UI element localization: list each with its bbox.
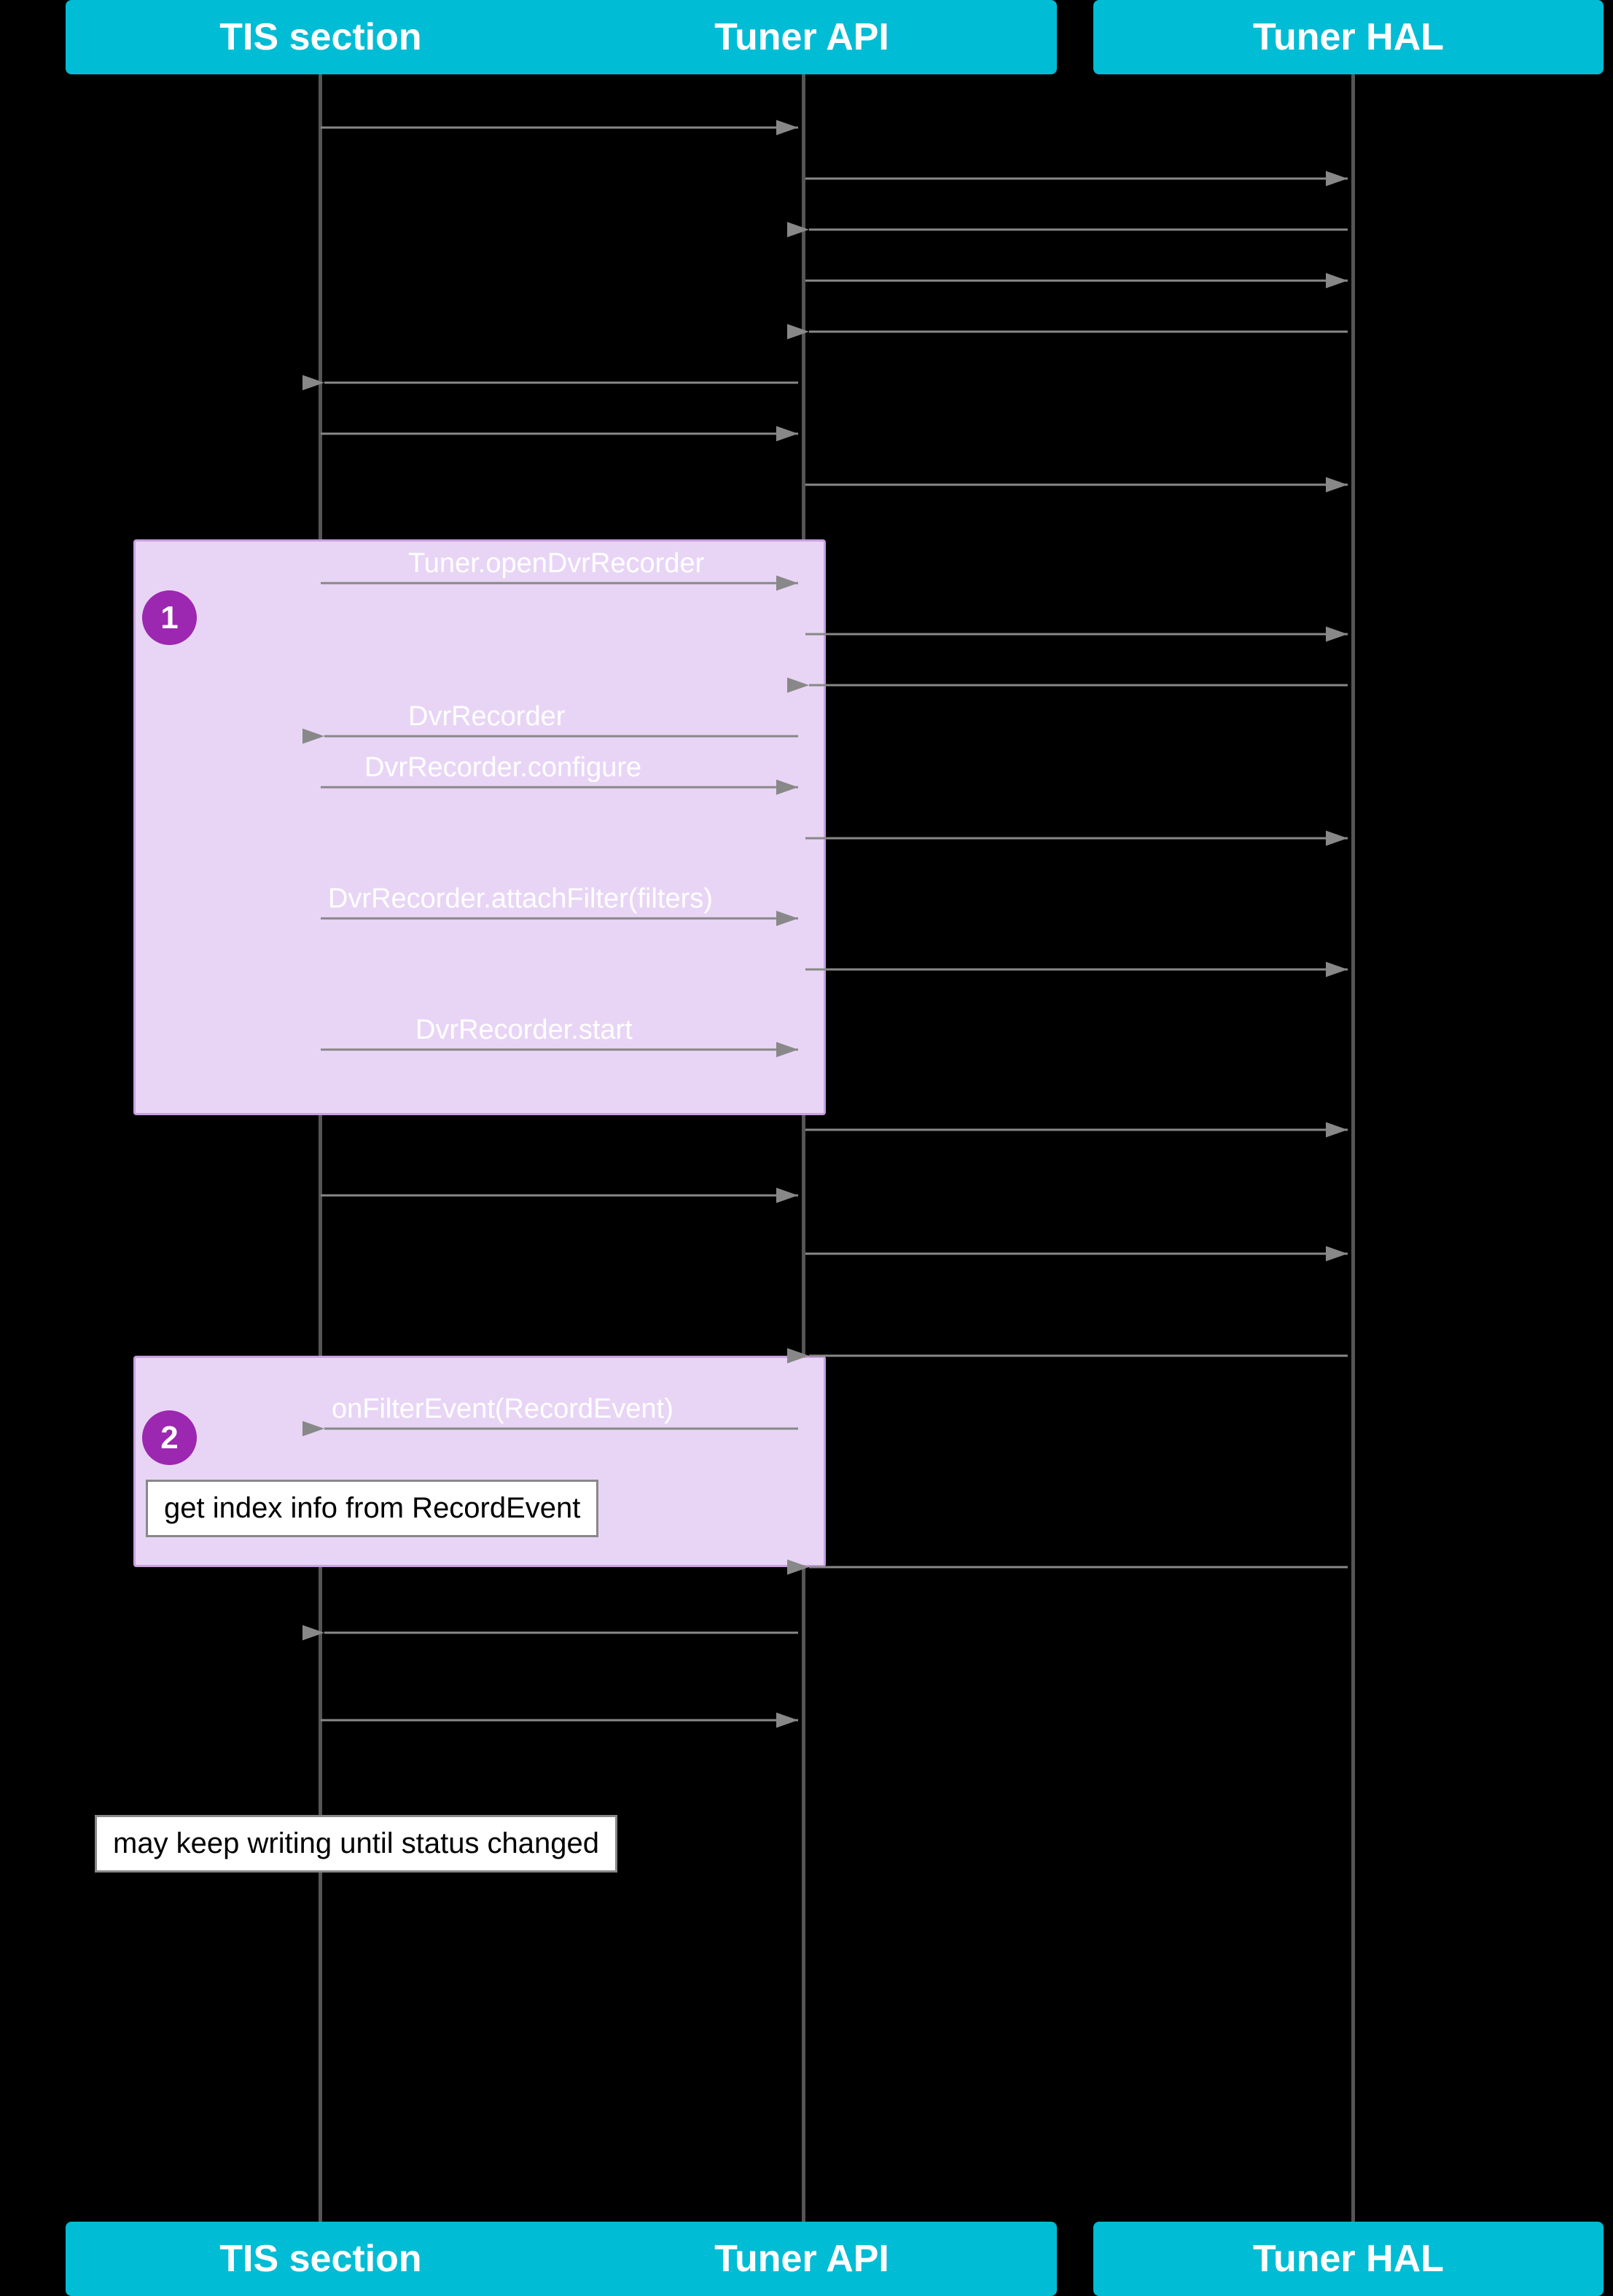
tis-header-label: TIS section bbox=[219, 15, 421, 59]
step-badge-1: 1 bbox=[142, 590, 197, 645]
activation-box-1 bbox=[133, 539, 826, 1115]
tis-header: TIS section bbox=[66, 0, 576, 74]
tunerapi-footer: Tuner API bbox=[547, 2222, 1057, 2296]
note-keep-writing: may keep writing until status changed bbox=[95, 1815, 617, 1873]
tunerhal-header-label: Tuner HAL bbox=[1253, 15, 1444, 59]
note-get-index-label: get index info from RecordEvent bbox=[164, 1492, 580, 1524]
step-badge-2: 2 bbox=[142, 1410, 197, 1465]
tunerhal-lifeline bbox=[1351, 74, 1355, 2222]
tunerhal-footer: Tuner HAL bbox=[1093, 2222, 1604, 2296]
step-badge-1-label: 1 bbox=[160, 600, 178, 636]
tunerhal-footer-label: Tuner HAL bbox=[1253, 2237, 1444, 2281]
note-keep-writing-label: may keep writing until status changed bbox=[113, 1827, 599, 1859]
tis-lifeline bbox=[319, 74, 322, 2222]
tis-footer: TIS section bbox=[66, 2222, 576, 2296]
note-get-index: get index info from RecordEvent bbox=[146, 1480, 598, 1537]
tis-footer-label: TIS section bbox=[219, 2237, 421, 2281]
step-badge-2-label: 2 bbox=[160, 1420, 178, 1456]
tunerapi-footer-label: Tuner API bbox=[714, 2237, 889, 2281]
tunerapi-header: Tuner API bbox=[547, 0, 1057, 74]
diagram-arrows: Tuner.openDvrRecorder DvrRecorder DvrRec… bbox=[0, 0, 1613, 2296]
tunerhal-header: Tuner HAL bbox=[1093, 0, 1604, 74]
tunerapi-header-label: Tuner API bbox=[714, 15, 889, 59]
tunerapi-lifeline bbox=[802, 74, 805, 2222]
